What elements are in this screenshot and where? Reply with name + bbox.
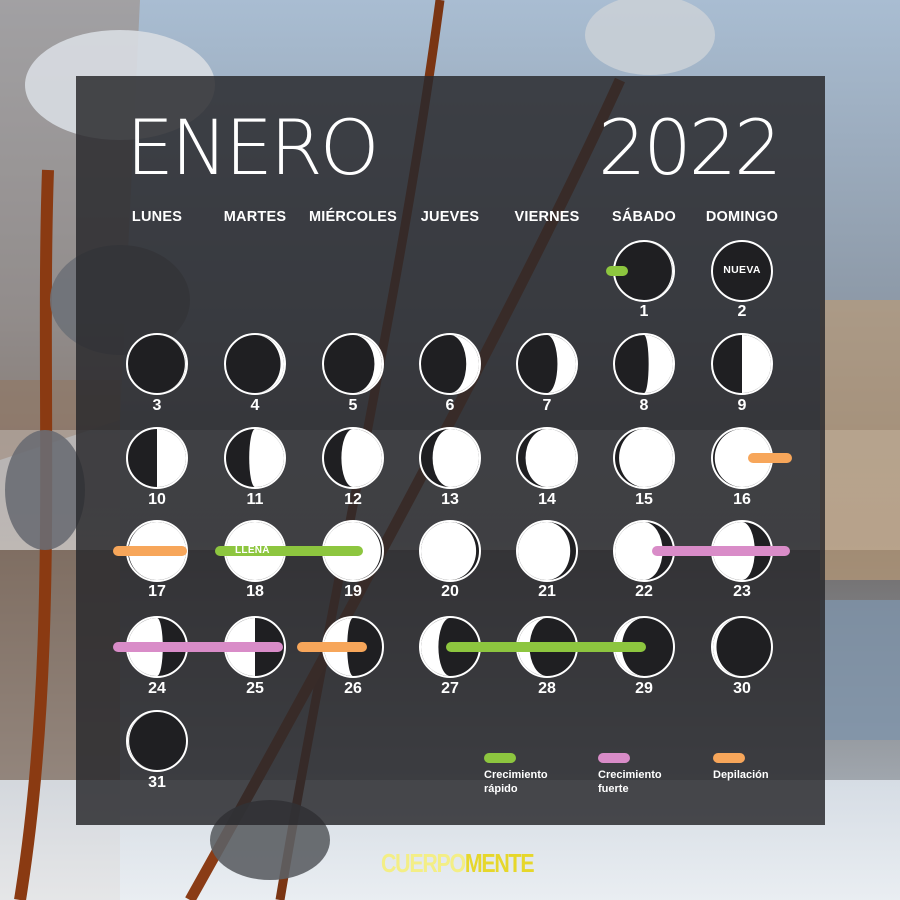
brand-part-1: CUERPO [381,848,466,878]
brand-part-2: MENTE [464,848,535,878]
moon-phase-icon [515,332,579,396]
moon-phase-icon [515,519,579,583]
legend-label-fuerte: Crecimiento fuerte [598,768,708,796]
period-bar-fuerte [652,546,790,556]
legend-swatch-fuerte [598,753,630,763]
day-number: 10 [148,491,166,508]
moon-phase-icon [321,332,385,396]
weekday-4: JUEVES [420,209,480,225]
day-number: 24 [148,680,166,697]
legend-swatch-depilacion [713,753,745,763]
moon-phase-icon [710,332,774,396]
weekday-6: SÁBADO [611,209,677,225]
day-number: 26 [344,680,362,697]
day-number: 14 [538,491,556,508]
weekday-2: MARTES [223,209,287,225]
day-number: 27 [441,680,459,697]
legend-label-line2: rápido [484,783,518,795]
legend-label-rapido: Crecimiento rápido [484,768,594,796]
day-number: 19 [344,583,362,600]
day-number: 9 [737,397,747,414]
moon-phase-icon [612,426,676,490]
moon-phase-icon [418,519,482,583]
moon-phase-icon [223,426,287,490]
period-bar-depilacion [113,546,187,556]
period-bar-depilacion [748,453,792,463]
day-number: 13 [441,491,459,508]
day-number: 25 [246,680,264,697]
day-number: 31 [148,774,166,791]
day-number: 23 [733,583,751,600]
moon-phase-icon [125,709,189,773]
day-number: 28 [538,680,556,697]
day-number: 6 [445,397,455,414]
day-number: 21 [538,583,556,600]
moon-phase-icon [418,332,482,396]
day-number: 16 [733,491,751,508]
day-number: 7 [542,397,552,414]
day-number: 15 [635,491,653,508]
weekday-3: MIÉRCOLES [309,209,397,225]
day-number: 11 [246,491,264,508]
day-number: 12 [344,491,362,508]
day-number: 4 [250,397,260,414]
moon-phase-icon [223,332,287,396]
period-bar-fuerte [113,642,283,652]
weekday-1: LUNES [131,209,183,225]
day-number: 18 [246,583,264,600]
day-number: 20 [441,583,459,600]
moon-phase-icon [418,426,482,490]
day-number: 8 [639,397,649,414]
day-number: 1 [639,303,649,320]
full-moon-label: LLENA [235,545,270,556]
month-title: ENERO [126,103,380,192]
weekday-7: DOMINGO [705,209,779,225]
legend-label-depilacion: Depilación [713,768,823,782]
moon-phase-icon [710,615,774,679]
day-number: 3 [152,397,162,414]
legend-swatch-rapido [484,753,516,763]
day-number: 5 [348,397,358,414]
day-number: 17 [148,583,166,600]
legend-label-line1: Crecimiento [598,769,662,781]
legend-label-line2: fuerte [598,783,629,795]
day-number: 22 [635,583,653,600]
legend-label-line1: Depilación [713,769,769,781]
day-number: 30 [733,680,751,697]
period-bar-rapido [606,266,628,276]
weekday-5: VIERNES [514,209,580,225]
year-title: 2022 [598,103,782,192]
legend-label-line1: Crecimiento [484,769,548,781]
period-bar-depilacion [297,642,367,652]
moon-phase-icon [515,426,579,490]
brand-logo: CUERPOMENTE [381,848,535,879]
moon-phase-icon [125,426,189,490]
new-moon-label: NUEVA [723,264,761,276]
moon-phase-icon [321,426,385,490]
moon-phase-icon [612,332,676,396]
day-number: 29 [635,680,653,697]
period-bar-rapido [446,642,646,652]
moon-phase-icon [125,332,189,396]
day-number: 2 [737,303,747,320]
